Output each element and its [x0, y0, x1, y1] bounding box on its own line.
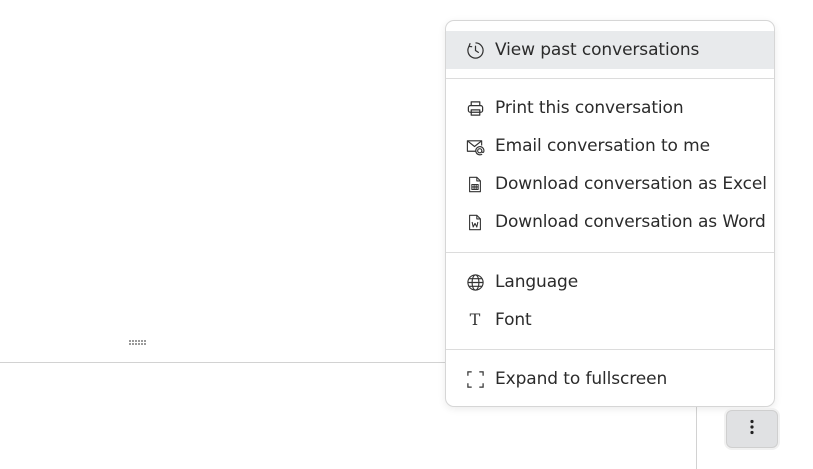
menu-item-print-conversation[interactable]: Print this conversation — [446, 89, 774, 127]
word-file-icon — [465, 212, 485, 232]
menu-item-label: Download conversation as Word — [495, 212, 766, 232]
history-clock-icon — [465, 40, 485, 60]
menu-item-label: Print this conversation — [495, 98, 684, 118]
conversation-options-menu: View past conversations Print this conve… — [445, 20, 775, 407]
fullscreen-corners-icon — [465, 369, 485, 389]
menu-item-view-past-conversations[interactable]: View past conversations — [446, 31, 774, 69]
printer-icon — [465, 98, 485, 118]
email-at-icon — [465, 136, 485, 156]
menu-item-label: Expand to fullscreen — [495, 369, 668, 389]
menu-item-download-excel[interactable]: Download conversation as Excel — [446, 165, 774, 203]
font-t-icon: T — [469, 310, 481, 329]
globe-icon — [465, 272, 485, 292]
menu-item-label: View past conversations — [495, 40, 700, 60]
excel-file-icon — [465, 174, 485, 194]
menu-item-language[interactable]: Language — [446, 263, 774, 301]
menu-item-label: Font — [495, 310, 532, 330]
menu-item-label: Download conversation as Excel — [495, 174, 767, 194]
resize-grip-handle[interactable] — [129, 340, 147, 346]
menu-item-font[interactable]: T Font — [446, 301, 774, 339]
more-options-button[interactable] — [726, 410, 778, 448]
menu-item-email-conversation[interactable]: Email conversation to me — [446, 127, 774, 165]
vertical-ellipsis-icon — [749, 419, 755, 439]
menu-separator — [446, 252, 774, 253]
menu-separator — [446, 349, 774, 350]
menu-item-label: Language — [495, 272, 579, 292]
menu-separator — [446, 78, 774, 79]
chat-page: View past conversations Print this conve… — [0, 0, 813, 469]
menu-item-expand-fullscreen[interactable]: Expand to fullscreen — [446, 360, 774, 398]
menu-item-label: Email conversation to me — [495, 136, 710, 156]
menu-item-download-word[interactable]: Download conversation as Word — [446, 203, 774, 241]
